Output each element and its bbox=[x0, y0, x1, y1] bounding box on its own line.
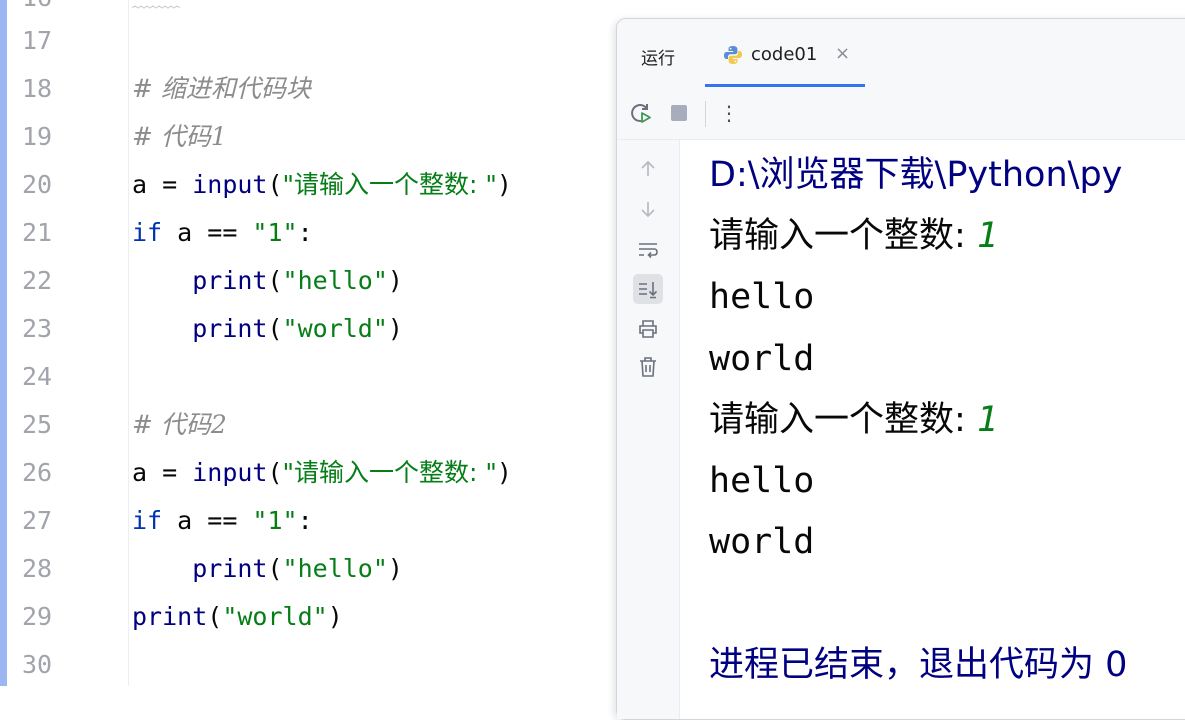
run-toolbar: ⋮ bbox=[617, 87, 1185, 140]
line-number: 23 bbox=[22, 314, 53, 343]
python-icon bbox=[724, 46, 742, 64]
code-text: a = input("请输入一个整数: ") bbox=[132, 170, 512, 199]
code-comment: # 缩进和代码块 bbox=[132, 74, 311, 103]
line-number: 26 bbox=[22, 458, 53, 487]
console-line: hello bbox=[709, 461, 815, 501]
toolbar-divider bbox=[705, 101, 706, 127]
code-text: if a == "1": bbox=[132, 218, 313, 247]
line-number: 20 bbox=[22, 170, 53, 199]
console-line: world bbox=[709, 339, 815, 379]
code-text: if a == "1": bbox=[132, 506, 313, 535]
line-number: 18 bbox=[22, 74, 53, 103]
tab-label: code01 bbox=[751, 44, 818, 65]
code-line-20[interactable]: 20 a = input("请输入一个整数: ") bbox=[0, 161, 620, 209]
line-number: 19 bbox=[22, 122, 53, 151]
console-line: 请输入一个整数: 1 bbox=[709, 400, 998, 440]
line-number: 24 bbox=[22, 362, 53, 391]
line-number: 30 bbox=[22, 650, 53, 679]
code-line-21[interactable]: 21 if a == "1": bbox=[0, 209, 620, 257]
scroll-to-end-icon[interactable] bbox=[633, 274, 663, 304]
warning-squiggle bbox=[132, 5, 181, 9]
tab-code01[interactable]: code01 × bbox=[705, 19, 867, 87]
console-line: hello bbox=[709, 277, 815, 317]
code-line-30[interactable]: 30 bbox=[0, 641, 620, 689]
stop-icon bbox=[671, 105, 687, 121]
line-number: 29 bbox=[22, 602, 53, 631]
soft-wrap-icon[interactable] bbox=[633, 234, 663, 264]
code-text: a = input("请输入一个整数: ") bbox=[132, 458, 512, 487]
code-line-28[interactable]: 28 print("hello") bbox=[0, 545, 620, 593]
code-comment: # 代码1 bbox=[132, 122, 227, 151]
arrow-down-icon[interactable] bbox=[633, 194, 663, 224]
line-number: 28 bbox=[22, 554, 53, 583]
code-line-25[interactable]: 25 # 代码2 bbox=[0, 401, 620, 449]
code-line-27[interactable]: 27 if a == "1": bbox=[0, 497, 620, 545]
run-tool-window: 运行 code01 × ⋮ D:\浏览器下载\Python\py 请输入一个整数… bbox=[616, 18, 1185, 720]
console-line: 请输入一个整数: 1 bbox=[709, 216, 998, 256]
code-line-26[interactable]: 26 a = input("请输入一个整数: ") bbox=[0, 449, 620, 497]
run-title: 运行 bbox=[641, 49, 675, 69]
code-line-23[interactable]: 23 print("world") bbox=[0, 305, 620, 353]
code-comment: # 代码2 bbox=[132, 410, 227, 439]
code-line-22[interactable]: 22 print("hello") bbox=[0, 257, 620, 305]
line-number: 22 bbox=[22, 266, 53, 295]
code-line-18[interactable]: 18 # 缩进和代码块 bbox=[0, 65, 620, 113]
close-icon[interactable]: × bbox=[835, 43, 850, 64]
code-line-24[interactable]: 24 bbox=[0, 353, 620, 401]
code-line-19[interactable]: 19 # 代码1 bbox=[0, 113, 620, 161]
run-tabbar: 运行 code01 × bbox=[617, 19, 1185, 88]
code-text: print("hello") bbox=[192, 554, 403, 583]
line-number: 27 bbox=[22, 506, 53, 535]
console-exit-message: 进程已结束，退出代码为 0 bbox=[709, 645, 1128, 685]
code-text: print("hello") bbox=[192, 266, 403, 295]
code-text: print("world") bbox=[192, 314, 403, 343]
more-icon[interactable]: ⋮ bbox=[715, 99, 743, 127]
rerun-button[interactable] bbox=[627, 99, 655, 127]
line-number: 25 bbox=[22, 410, 53, 439]
console-line: world bbox=[709, 522, 815, 562]
console-path: D:\浏览器下载\Python\py bbox=[709, 155, 1123, 195]
line-number: 17 bbox=[22, 26, 53, 55]
line-number: 21 bbox=[22, 218, 53, 247]
code-line-29[interactable]: 29 print("world") bbox=[0, 593, 620, 641]
code-line-17[interactable]: 17 bbox=[0, 17, 620, 65]
print-icon[interactable] bbox=[633, 314, 663, 344]
stop-button[interactable] bbox=[665, 99, 693, 127]
code-text: print("world") bbox=[132, 602, 343, 631]
arrow-up-icon[interactable] bbox=[633, 154, 663, 184]
rerun-icon bbox=[631, 104, 651, 123]
trash-icon[interactable] bbox=[633, 352, 663, 382]
run-side-toolbar bbox=[617, 140, 680, 719]
